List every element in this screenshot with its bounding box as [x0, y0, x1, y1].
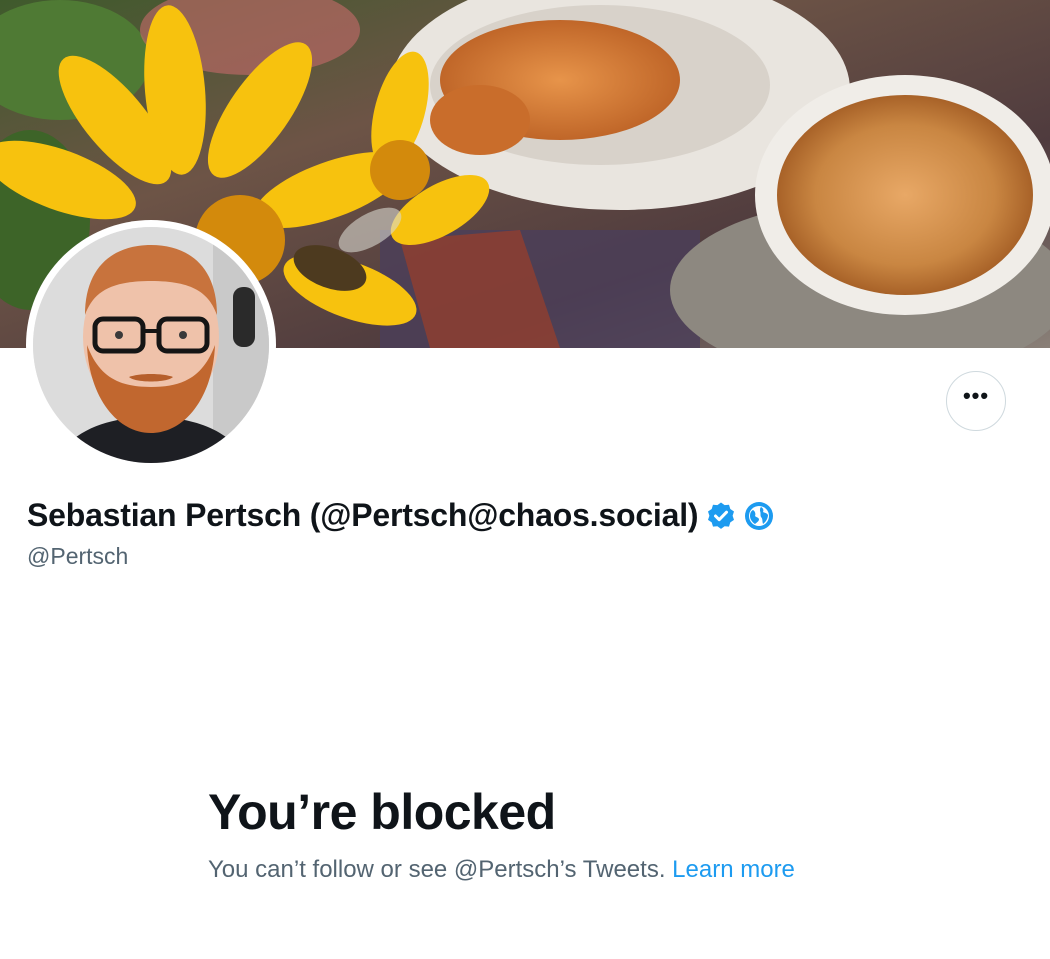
- blocked-notice: You’re blocked You can’t follow or see @…: [208, 784, 808, 887]
- profile-header: Sebastian Pertsch (@Pertsch@chaos.social…: [27, 497, 774, 534]
- blocked-title: You’re blocked: [208, 784, 556, 840]
- learn-more-link[interactable]: Learn more: [672, 856, 795, 883]
- blocked-message-text: You can’t follow or see @Pertsch’s Tweet…: [208, 856, 666, 883]
- more-options-icon: •••: [962, 383, 990, 408]
- globe-icon[interactable]: [744, 501, 774, 531]
- profile-handle: @Pertsch: [27, 543, 129, 569]
- verified-badge-icon[interactable]: [706, 501, 736, 531]
- profile-display-name: Sebastian Pertsch (@Pertsch@chaos.social…: [27, 497, 699, 533]
- blocked-message: You can’t follow or see @Pertsch’s Tweet…: [208, 852, 798, 887]
- avatar-image: [33, 227, 269, 463]
- profile-avatar[interactable]: [26, 220, 276, 470]
- more-options-button[interactable]: •••: [946, 371, 1006, 431]
